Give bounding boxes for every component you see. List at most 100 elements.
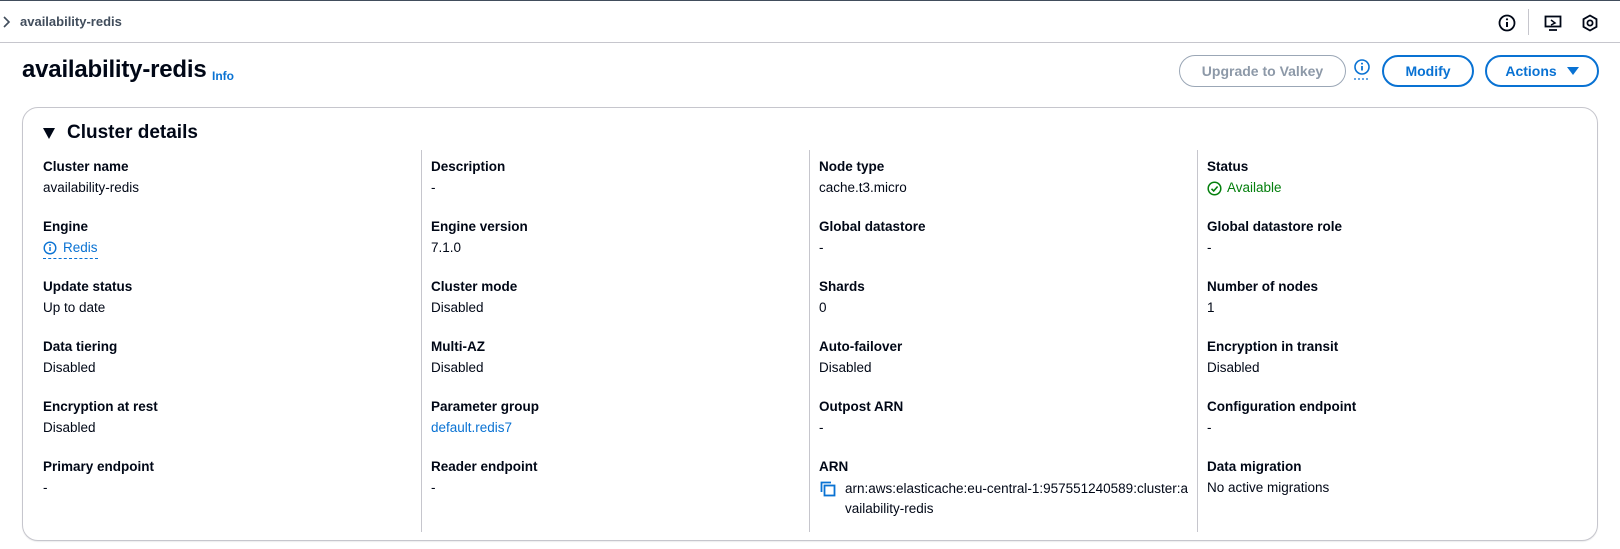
- field-label: Reader endpoint: [431, 459, 538, 474]
- panel-header[interactable]: Cluster details: [43, 122, 198, 144]
- field-label: Status: [1207, 159, 1249, 174]
- modify-button[interactable]: Modify: [1382, 55, 1474, 87]
- field-value: Disabled: [43, 360, 96, 375]
- field-encryption-at-rest: Encryption at rest Disabled: [43, 398, 413, 437]
- field-global-datastore: Global datastore -: [819, 218, 1189, 257]
- screen-icon[interactable]: [1543, 13, 1563, 33]
- field-label: Outpost ARN: [819, 399, 904, 414]
- field-value: -: [819, 420, 824, 435]
- field-label: Data migration: [1207, 459, 1302, 474]
- field-label: Description: [431, 159, 506, 174]
- engine-link[interactable]: Redis: [43, 239, 98, 259]
- field-label: Data tiering: [43, 339, 118, 354]
- field-value: -: [819, 240, 824, 255]
- field-value: -: [431, 180, 436, 195]
- top-bar: availability-redis: [0, 0, 1620, 43]
- upgrade-button-label: Upgrade to Valkey: [1201, 63, 1324, 79]
- field-value: Disabled: [43, 420, 96, 435]
- field-value: -: [43, 480, 48, 495]
- field-label: Global datastore role: [1207, 219, 1343, 234]
- field-auto-failover: Auto-failover Disabled: [819, 338, 1189, 377]
- field-label: Auto-failover: [819, 339, 903, 354]
- field-label: Encryption in transit: [1207, 339, 1339, 354]
- field-update-status: Update status Up to date: [43, 278, 413, 317]
- engine-value: Redis: [63, 240, 98, 255]
- field-outpost-arn: Outpost ARN -: [819, 398, 1189, 437]
- field-node-type: Node type cache.t3.micro: [819, 158, 1189, 197]
- field-shards: Shards 0: [819, 278, 1189, 317]
- panel-title: Cluster details: [67, 122, 198, 143]
- toolbar-divider: [1528, 9, 1529, 35]
- field-value: availability-redis: [43, 180, 140, 195]
- actions-button-label: Actions: [1505, 63, 1557, 79]
- modify-button-label: Modify: [1405, 63, 1451, 79]
- field-label: Parameter group: [431, 399, 540, 414]
- field-label: Global datastore: [819, 219, 926, 234]
- field-label: ARN: [819, 459, 849, 474]
- field-value: cache.t3.micro: [819, 180, 907, 195]
- field-engine-version: Engine version 7.1.0: [431, 218, 801, 257]
- field-label: Multi-AZ: [431, 339, 485, 354]
- field-label: Primary endpoint: [43, 459, 155, 474]
- field-label: Shards: [819, 279, 865, 294]
- info-icon[interactable]: [1497, 13, 1517, 33]
- field-value: 7.1.0: [431, 240, 462, 255]
- field-description: Description -: [431, 158, 801, 197]
- field-label: Node type: [819, 159, 885, 174]
- page-title: availability-redis: [22, 56, 207, 83]
- caret-down-icon: [1566, 67, 1579, 75]
- field-value: Disabled: [819, 360, 872, 375]
- field-data-tiering: Data tiering Disabled: [43, 338, 413, 377]
- field-global-datastore-role: Global datastore role -: [1207, 218, 1577, 257]
- arn-value: arn:aws:elasticache:eu-central-1:9575512…: [819, 479, 1189, 519]
- field-primary-endpoint: Primary endpoint -: [43, 458, 413, 497]
- field-label: Engine: [43, 219, 89, 234]
- field-label: Number of nodes: [1207, 279, 1319, 294]
- arn-text: arn:aws:elasticache:eu-central-1:9575512…: [845, 481, 1188, 516]
- parameter-group-link[interactable]: default.redis7: [431, 419, 801, 437]
- field-label: Cluster mode: [431, 279, 518, 294]
- field-value: Disabled: [431, 300, 484, 315]
- field-data-migration: Data migration No active migrations: [1207, 458, 1577, 497]
- column-divider: [809, 150, 810, 532]
- field-number-of-nodes: Number of nodes 1: [1207, 278, 1577, 317]
- field-label: Update status: [43, 279, 133, 294]
- actions-button[interactable]: Actions: [1485, 55, 1599, 87]
- field-reader-endpoint: Reader endpoint -: [431, 458, 801, 497]
- field-encryption-in-transit: Encryption in transit Disabled: [1207, 338, 1577, 377]
- field-value: Up to date: [43, 300, 106, 315]
- field-value: No active migrations: [1207, 480, 1330, 495]
- upgrade-to-valkey-button[interactable]: Upgrade to Valkey: [1179, 55, 1346, 87]
- field-engine: Engine Redis: [43, 218, 413, 259]
- field-value: 0: [819, 300, 827, 315]
- info-link[interactable]: Info: [212, 69, 234, 83]
- field-arn: ARN arn:aws:elasticache:eu-central-1:957…: [819, 458, 1189, 519]
- field-multi-az: Multi-AZ Disabled: [431, 338, 801, 377]
- breadcrumb-current: availability-redis: [20, 14, 122, 29]
- field-cluster-name: Cluster name availability-redis: [43, 158, 413, 197]
- status-value: Available: [1207, 179, 1577, 197]
- field-parameter-group: Parameter group default.redis7: [431, 398, 801, 437]
- field-value: -: [1207, 420, 1212, 435]
- status-success-icon: [1207, 180, 1222, 196]
- field-value: -: [431, 480, 436, 495]
- chevron-right-icon[interactable]: [2, 15, 12, 29]
- info-icon[interactable]: [1352, 58, 1372, 82]
- field-label: Cluster name: [43, 159, 129, 174]
- cluster-details-panel: Cluster details Cluster name availabilit…: [22, 107, 1598, 541]
- field-label: Engine version: [431, 219, 528, 234]
- field-value: Disabled: [1207, 360, 1260, 375]
- field-label: Configuration endpoint: [1207, 399, 1357, 414]
- copy-icon[interactable]: [819, 480, 837, 498]
- info-icon: [43, 241, 57, 255]
- collapse-triangle-icon[interactable]: [43, 127, 55, 139]
- field-cluster-mode: Cluster mode Disabled: [431, 278, 801, 317]
- field-label: Encryption at rest: [43, 399, 158, 414]
- field-configuration-endpoint: Configuration endpoint -: [1207, 398, 1577, 437]
- column-divider: [1197, 150, 1198, 532]
- field-value: Disabled: [431, 360, 484, 375]
- status-text: Available: [1227, 180, 1282, 195]
- field-status: Status Available: [1207, 158, 1577, 197]
- field-value: -: [1207, 240, 1212, 255]
- settings-icon[interactable]: [1580, 13, 1600, 33]
